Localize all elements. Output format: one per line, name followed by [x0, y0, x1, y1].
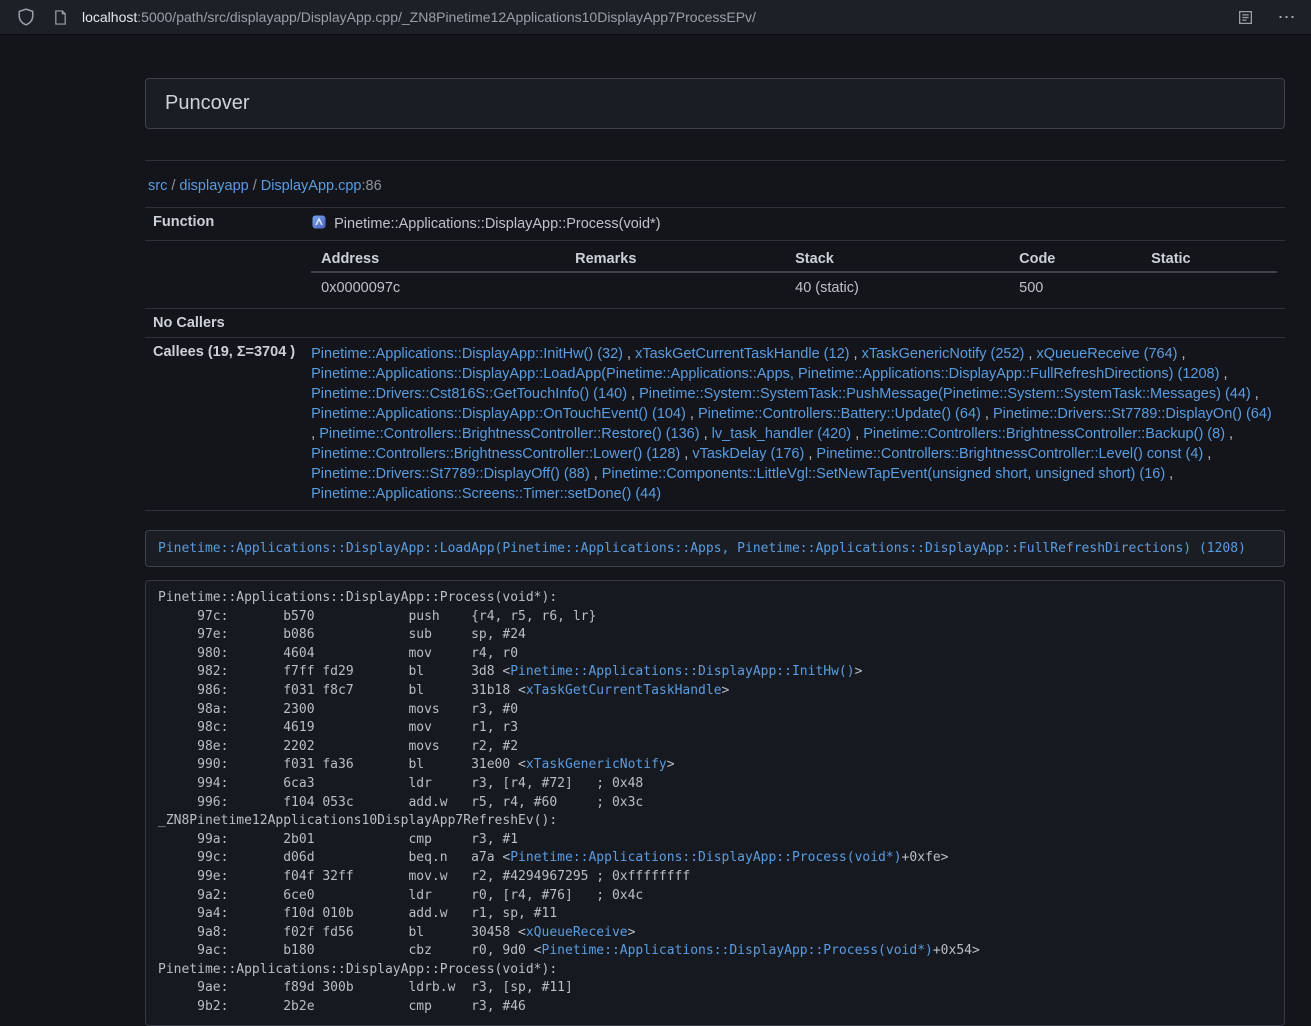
shield-icon[interactable]	[14, 5, 38, 29]
highlighted-symbol-box: Pinetime::Applications::DisplayApp::Load…	[145, 530, 1285, 567]
static-value	[1141, 272, 1277, 302]
breadcrumb-link-file[interactable]: DisplayApp.cpp	[261, 178, 362, 194]
callee-link[interactable]: vTaskDelay (176)	[692, 446, 804, 462]
code-symbol-link[interactable]: xTaskGetCurrentTaskHandle	[526, 683, 722, 698]
callee-link[interactable]: xQueueReceive (764)	[1036, 346, 1177, 362]
function-name: Pinetime::Applications::DisplayApp::Proc…	[334, 216, 660, 232]
breadcrumb-line-number: :86	[361, 178, 381, 194]
callee-link[interactable]: Pinetime::Controllers::Battery::Update()…	[698, 406, 981, 422]
callee-link[interactable]: xTaskGetCurrentTaskHandle (12)	[635, 346, 849, 362]
callee-link[interactable]: Pinetime::Applications::DisplayApp::Init…	[311, 346, 623, 362]
col-header-address: Address	[311, 247, 565, 272]
reader-view-icon[interactable]	[1233, 5, 1257, 29]
address-value: 0x0000097c	[311, 272, 565, 302]
code-value: 500	[1009, 272, 1141, 302]
url-bar[interactable]: localhost:5000/path/src/displayapp/Displ…	[48, 5, 1233, 29]
code-symbol-link[interactable]: Pinetime::Applications::DisplayApp::Proc…	[510, 850, 901, 865]
divider	[145, 160, 1285, 161]
breadcrumb-link-src[interactable]: src	[148, 178, 167, 194]
callee-link[interactable]: Pinetime::System::SystemTask::PushMessag…	[639, 386, 1251, 402]
callee-link[interactable]: Pinetime::Drivers::St7789::DisplayOff() …	[311, 466, 590, 482]
callee-link[interactable]: Pinetime::Applications::Screens::Timer::…	[311, 486, 661, 502]
remarks-value	[565, 272, 785, 302]
code-symbol-link[interactable]: Pinetime::Applications::DisplayApp::Init…	[510, 664, 854, 679]
browser-toolbar: localhost:5000/path/src/displayapp/Displ…	[0, 0, 1311, 35]
function-row: Function Pinetime::Applications::Display…	[145, 208, 1285, 241]
page-title: Puncover	[165, 92, 1265, 115]
callee-link[interactable]: Pinetime::Controllers::BrightnessControl…	[863, 426, 1225, 442]
callee-link[interactable]: Pinetime::Drivers::St7789::DisplayOn() (…	[993, 406, 1272, 422]
callers-row: No Callers	[145, 309, 1285, 338]
callees-row: Callees (19, Σ=3704 ) Pinetime::Applicat…	[145, 338, 1285, 511]
stats-table: Address Remarks Stack Code Static 0x0000…	[311, 247, 1277, 302]
col-header-code: Code	[1009, 247, 1141, 272]
callee-link[interactable]: Pinetime::Controllers::BrightnessControl…	[311, 446, 680, 462]
page-container: Puncover src/displayapp/DisplayApp.cpp:8…	[145, 78, 1285, 1026]
breadcrumb-link-displayapp[interactable]: displayapp	[179, 178, 248, 194]
function-table: Function Pinetime::Applications::Display…	[145, 207, 1285, 511]
code-symbol-link[interactable]: xQueueReceive	[526, 925, 628, 940]
stack-value: 40 (static)	[785, 272, 1009, 302]
callee-link[interactable]: xTaskGenericNotify (252)	[862, 346, 1025, 362]
callee-link[interactable]: Pinetime::Controllers::BrightnessControl…	[816, 446, 1203, 462]
code-symbol-link[interactable]: xTaskGenericNotify	[526, 757, 667, 772]
callee-link[interactable]: lv_task_handler (420)	[712, 426, 851, 442]
col-header-remarks: Remarks	[565, 247, 785, 272]
page-info-icon[interactable]	[48, 5, 72, 29]
menu-icon[interactable]: ⋯	[1275, 5, 1299, 29]
no-callers-label: No Callers	[145, 309, 303, 338]
callee-link[interactable]: Pinetime::Components::LittleVgl::SetNewT…	[602, 466, 1165, 482]
callees-label: Callees (19, Σ=3704 )	[145, 338, 303, 511]
callees-cell: Pinetime::Applications::DisplayApp::Init…	[303, 338, 1285, 511]
callee-link[interactable]: Pinetime::Controllers::BrightnessControl…	[319, 426, 699, 442]
breadcrumb: src/displayapp/DisplayApp.cpp:86	[145, 176, 1285, 196]
url-text: localhost:5000/path/src/displayapp/Displ…	[82, 9, 756, 25]
col-header-static: Static	[1141, 247, 1277, 272]
puncover-header-panel: Puncover	[145, 78, 1285, 129]
function-icon	[311, 214, 327, 234]
breadcrumb-separator: /	[249, 178, 261, 194]
assembly-code: Pinetime::Applications::DisplayApp::Proc…	[145, 580, 1285, 1026]
highlighted-symbol-link[interactable]: Pinetime::Applications::DisplayApp::Load…	[158, 541, 1246, 556]
stats-row: Address Remarks Stack Code Static 0x0000…	[145, 241, 1285, 309]
callee-link[interactable]: Pinetime::Drivers::Cst816S::GetTouchInfo…	[311, 386, 627, 402]
code-symbol-link[interactable]: Pinetime::Applications::DisplayApp::Proc…	[542, 943, 933, 958]
breadcrumb-separator: /	[167, 178, 179, 194]
callee-link[interactable]: Pinetime::Applications::DisplayApp::OnTo…	[311, 406, 686, 422]
url-path: :5000/path/src/displayapp/DisplayApp.cpp…	[137, 9, 756, 25]
url-host: localhost	[82, 9, 137, 25]
callee-link[interactable]: Pinetime::Applications::DisplayApp::Load…	[311, 366, 1219, 382]
col-header-stack: Stack	[785, 247, 1009, 272]
function-label: Function	[145, 208, 303, 241]
